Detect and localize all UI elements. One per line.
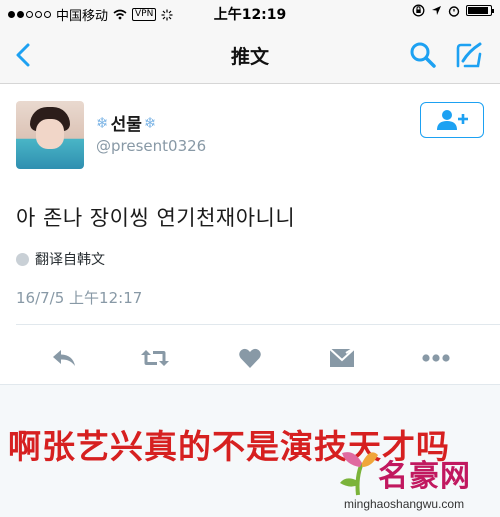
snowflake-icon: ❄ bbox=[96, 113, 109, 132]
location-arrow-icon bbox=[432, 6, 441, 15]
watermark-url: minghaoshangwu.com bbox=[344, 497, 465, 511]
display-name[interactable]: ❄ 선물 ❄ bbox=[96, 110, 157, 136]
avatar[interactable] bbox=[16, 101, 84, 169]
more-icon[interactable] bbox=[420, 344, 452, 372]
search-icon[interactable] bbox=[408, 40, 438, 70]
divider bbox=[16, 324, 500, 325]
retweet-icon[interactable] bbox=[139, 344, 171, 372]
rotation-lock-icon bbox=[412, 4, 425, 17]
snowflake-icon: ❄ bbox=[143, 113, 157, 132]
like-icon[interactable] bbox=[234, 344, 266, 372]
watermark-logo-icon bbox=[340, 452, 378, 496]
watermark: 名豪网 minghaoshangwu.com bbox=[330, 445, 500, 517]
translate-link[interactable]: 翻译自韩文 bbox=[16, 249, 105, 269]
globe-icon bbox=[16, 252, 29, 266]
battery-icon bbox=[466, 5, 494, 16]
follow-button[interactable] bbox=[420, 102, 484, 138]
user-handle[interactable]: @present0326 bbox=[96, 137, 206, 155]
tweet-timestamp: 16/7/5 上午12:17 bbox=[16, 289, 143, 307]
tweet-actions bbox=[0, 338, 500, 378]
reply-icon[interactable] bbox=[48, 344, 80, 372]
translate-label: 翻译自韩文 bbox=[35, 252, 105, 268]
status-bar: 中国移动 VPN 上午12:19 bbox=[0, 0, 500, 26]
watermark-name: 名豪网 bbox=[378, 459, 471, 494]
tweet-text: 아 존나 장이씽 연기천재아니니 bbox=[16, 206, 296, 230]
alarm-icon bbox=[448, 5, 460, 17]
display-name-text: 선물 bbox=[110, 115, 142, 135]
add-user-icon bbox=[437, 110, 468, 130]
tweet-detail: ❄ 선물 ❄ @present0326 아 존나 장이씽 연기천재아니니 翻译自… bbox=[0, 84, 500, 384]
status-right bbox=[412, 4, 494, 17]
compose-icon[interactable] bbox=[454, 40, 484, 70]
direct-message-icon[interactable] bbox=[326, 344, 358, 372]
navigation-bar: 推文 bbox=[0, 26, 500, 84]
